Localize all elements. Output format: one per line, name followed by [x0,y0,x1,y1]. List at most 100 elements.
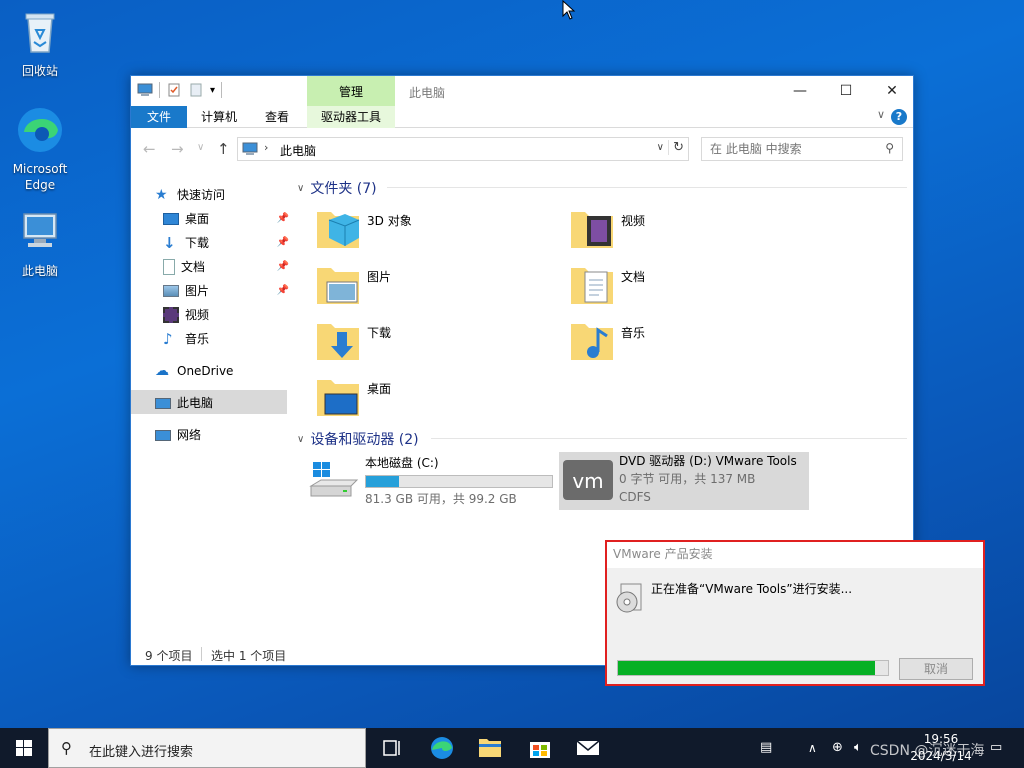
nav-item-downloads[interactable]: ↓ 下载 📌 [163,232,289,254]
nav-item-onedrive[interactable]: ☁ OneDrive [155,360,233,382]
address-dropdown-icon[interactable]: ∨ [657,142,664,153]
qat-dropdown-icon[interactable]: ▾ [210,85,215,96]
document-icon [163,259,175,275]
nav-item-this-pc[interactable]: 此电脑 [155,392,213,414]
nav-item-quick-access[interactable]: ★ 快速访问 [155,184,225,206]
edge-icon [18,108,62,152]
pin-icon[interactable]: 📌 [277,232,289,254]
maximize-button[interactable]: ☐ [823,76,869,106]
selected-count: 选中 1 个项目 [211,649,287,663]
search-icon: ⚲ [885,141,894,155]
taskbar-search-box[interactable]: ⚲ 在此键入进行搜索 [48,728,366,768]
nav-item-desktop[interactable]: 桌面 📌 [163,208,289,230]
desktop-icon-this-pc[interactable]: 此电脑 [2,208,78,279]
cancel-button[interactable]: 取消 [899,658,973,680]
search-input[interactable] [702,138,872,160]
close-button[interactable]: ✕ [869,76,915,106]
folder-item-documents[interactable]: 文档 [569,262,809,314]
minimize-button[interactable]: — [777,76,823,106]
title-bar: ▾ 管理 此电脑 — ☐ ✕ [131,76,913,106]
navigation-pane: ★ 快速访问 桌面 📌 ↓ 下载 📌 文档 📌 图片 📌 视频 ♪ 音乐 ☁ O… [131,178,289,648]
new-folder-icon[interactable] [188,82,204,98]
quick-access-toolbar: ▾ [137,82,223,98]
drive-item-c[interactable]: 本地磁盘 (C:) 81.3 GB 可用，共 99.2 GB [305,454,555,512]
notification-icon[interactable]: ▭ [990,728,1002,768]
install-progress-bar [617,660,889,676]
group-header-label: 文件夹 (7) [310,181,377,197]
folder-name: 3D 对象 [367,214,412,228]
tab-file[interactable]: 文件 [131,106,187,128]
collapse-chevron-icon[interactable]: ∨ [297,434,304,445]
desktop-icon-label: Microsoft Edge [12,162,68,192]
nav-label: 下载 [185,236,210,250]
refresh-icon[interactable]: ↻ [668,140,684,155]
up-arrow-icon[interactable]: ↑ [217,140,230,158]
folder-item-downloads[interactable]: 下载 [315,318,555,370]
edge-icon[interactable] [418,728,466,768]
show-hidden-icons-chevron[interactable]: ∧ [808,728,817,768]
folder-item-music[interactable]: 音乐 [569,318,809,370]
recent-dropdown-icon[interactable]: ∨ [197,142,204,153]
tab-drive-tools[interactable]: 驱动器工具 [307,106,395,128]
folder-name: 桌面 [367,382,392,396]
address-row: ← → ∨ ↑ › 此电脑 ∨ ↻ ⚲ [131,128,913,168]
keyboard-icon[interactable]: ▤ [760,728,772,768]
group-header-folders[interactable]: ∨ 文件夹 (7) [297,178,377,198]
drive-usage-fill [366,476,400,487]
folder-video-icon [571,212,613,248]
drive-space-info: 81.3 GB 可用，共 99.2 GB [365,492,517,506]
mail-icon[interactable] [564,728,612,768]
folder-name: 文档 [621,270,646,284]
dialog-title: VMware 产品安装 [607,542,983,568]
drive-name: DVD 驱动器 (D:) VMware Tools [619,454,797,468]
folder-name: 图片 [367,270,392,284]
vmware-install-dialog: VMware 产品安装 正在准备“VMware Tools”进行安装... 取消 [605,540,985,686]
task-view-icon[interactable] [368,728,416,768]
drive-usage-bar [365,475,553,488]
search-icon: ⚲ [61,739,72,757]
pin-icon[interactable]: 📌 [277,256,289,278]
nav-label: 音乐 [185,332,210,346]
network-globe-icon[interactable]: ⊕ [832,728,843,768]
pin-icon[interactable]: 📌 [277,208,289,230]
folder-item-3d-objects[interactable]: 3D 对象 [315,206,555,258]
windows-start-icon[interactable] [0,728,48,768]
clock-time: 19:56 [923,732,959,746]
drive-item-d[interactable]: vm DVD 驱动器 (D:) VMware Tools 0 字节 可用，共 1… [559,452,809,510]
tab-view[interactable]: 查看 [251,106,303,128]
taskbar: ⚲ 在此键入进行搜索 ▤ ∧ ⊕ 🔈︎ CSDN @沉迷于海 19:56 202… [0,728,1024,768]
file-explorer-icon[interactable] [466,728,514,768]
folder-name: 下载 [367,326,392,340]
nav-item-documents[interactable]: 文档 📌 [163,256,289,278]
folder-item-desktop[interactable]: 桌面 [315,374,555,426]
nav-item-music[interactable]: ♪ 音乐 [163,328,209,350]
help-icon[interactable]: ? [891,109,907,125]
nav-item-network[interactable]: 网络 [155,424,201,446]
breadcrumb-separator-icon[interactable]: › [264,141,268,154]
desktop-icon [163,213,179,225]
forward-arrow-icon[interactable]: → [171,140,184,158]
nav-item-pictures[interactable]: 图片 📌 [163,280,289,302]
back-arrow-icon[interactable]: ← [143,140,156,158]
address-bar[interactable]: › 此电脑 ∨ ↻ [237,137,689,161]
clock-date: 2024/3/14 [910,749,972,763]
expand-ribbon-icon[interactable]: ∨ [877,108,885,121]
dialog-message: 正在准备“VMware Tools”进行安装... [651,582,853,596]
search-box[interactable]: ⚲ [701,137,903,161]
collapse-chevron-icon[interactable]: ∨ [297,183,304,194]
desktop-icon-edge[interactable]: Microsoft Edge [2,106,78,193]
music-note-icon: ♪ [163,330,173,348]
desktop-icon-recycle-bin[interactable]: 回收站 [2,8,78,79]
folder-item-pictures[interactable]: 图片 [315,262,555,314]
properties-icon[interactable] [166,82,182,98]
breadcrumb[interactable]: 此电脑 [280,142,316,159]
tab-computer[interactable]: 计算机 [191,106,247,128]
pin-icon[interactable]: 📌 [277,280,289,302]
nav-item-videos[interactable]: 视频 [163,304,209,326]
store-icon[interactable] [516,728,564,768]
volume-icon[interactable]: 🔈︎ [854,728,862,768]
folder-item-videos[interactable]: 视频 [569,206,809,258]
tab-manage-context[interactable]: 管理 [307,76,395,106]
group-header-devices[interactable]: ∨ 设备和驱动器 (2) [297,429,419,449]
system-clock[interactable]: 19:56 2024/3/14 [910,731,972,765]
